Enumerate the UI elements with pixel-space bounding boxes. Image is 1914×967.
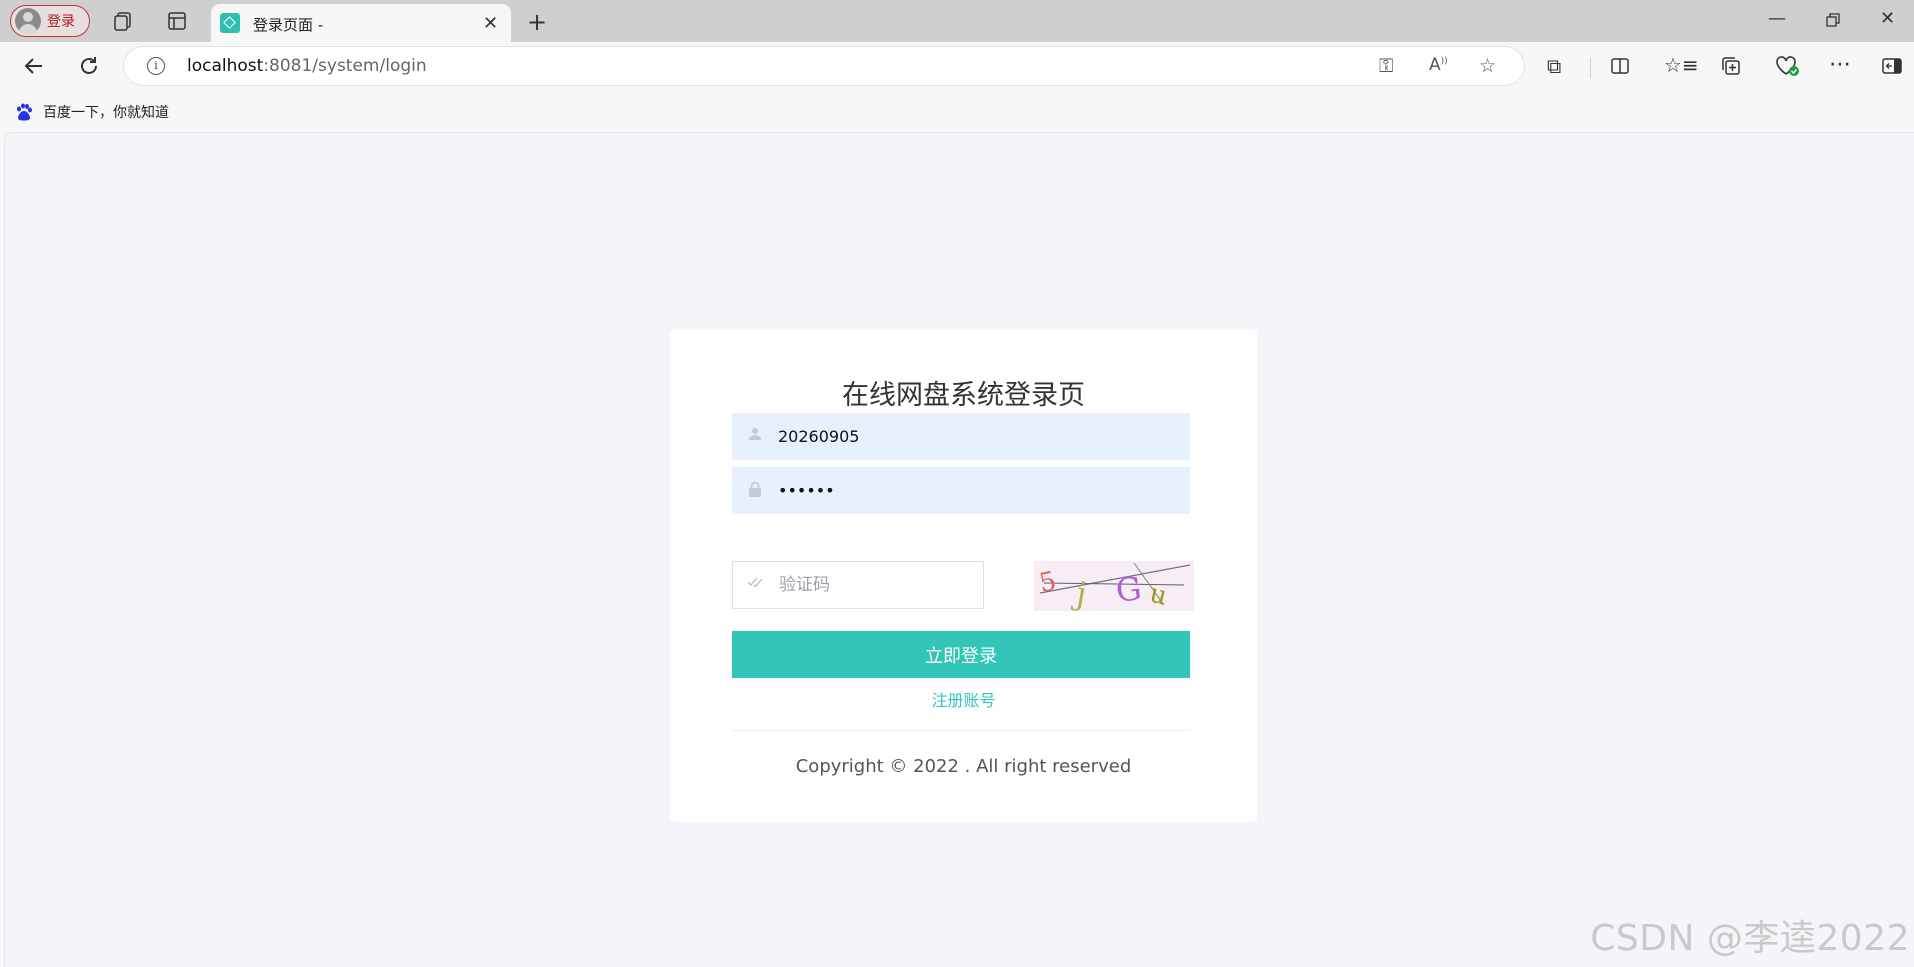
captcha-char: G <box>1114 569 1143 609</box>
username-field[interactable] <box>732 413 1190 460</box>
page-viewport: 在线网盘系统登录页 5 j <box>4 132 1914 967</box>
sidebar-toggle-icon[interactable] <box>1881 55 1903 77</box>
captcha-graphic: 5 j G u <box>1037 562 1191 613</box>
minimize-icon[interactable]: — <box>1768 8 1786 29</box>
restore-icon[interactable] <box>1825 12 1841 28</box>
copyright-text: Copyright © 2022 . All right reserved <box>795 756 1132 777</box>
performance-icon[interactable] <box>1774 54 1800 78</box>
key-icon[interactable]: ⚿ <box>1379 55 1393 77</box>
login-card: 在线网盘系统登录页 5 j <box>670 329 1257 822</box>
captcha-char: u <box>1147 579 1171 611</box>
tab-actions-icon[interactable] <box>166 10 188 32</box>
user-icon <box>748 427 762 445</box>
site-info-icon[interactable]: i <box>147 57 165 75</box>
page-title: 在线网盘系统登录页 <box>842 380 1085 411</box>
register-link[interactable]: 注册账号 <box>670 687 1257 711</box>
divider <box>732 730 1190 731</box>
password-field[interactable] <box>732 467 1190 514</box>
bookmarks-bar: 百度一下，你就知道 <box>0 92 1914 132</box>
toolbar-divider <box>1590 58 1591 78</box>
read-aloud-icon[interactable]: A)) <box>1429 55 1448 75</box>
captcha-image[interactable]: 5 j G u <box>1034 561 1194 613</box>
lock-icon <box>748 481 762 501</box>
url-text[interactable]: localhost:8081/system/login <box>187 56 427 76</box>
new-tab-icon[interactable]: + <box>527 8 547 36</box>
bookmark-baidu[interactable]: 百度一下，你就知道 <box>43 102 169 122</box>
favorite-star-icon[interactable]: ☆ <box>1479 55 1496 77</box>
username-input[interactable] <box>778 413 1178 460</box>
profile-button[interactable]: 登录 <box>10 5 90 37</box>
url-host: localhost <box>187 56 264 76</box>
split-screen-icon[interactable] <box>1609 55 1631 77</box>
captcha-char: 5 <box>1037 566 1059 599</box>
back-icon[interactable] <box>22 54 46 78</box>
url-path: :8081/system/login <box>263 56 427 76</box>
favorites-icon[interactable]: ☆≡ <box>1664 53 1699 77</box>
watermark: CSDN @李逵2022 <box>1590 918 1910 959</box>
collections-icon[interactable] <box>1720 55 1742 77</box>
window-close-icon[interactable]: ✕ <box>1880 8 1895 29</box>
check-icon <box>747 574 763 592</box>
tab-bar: 登录 登录页面 - ✕ + — ✕ <box>0 0 1914 42</box>
login-button[interactable]: 立即登录 <box>732 631 1190 678</box>
captcha-char: j <box>1069 573 1089 611</box>
captcha-input[interactable] <box>779 562 969 608</box>
captcha-field[interactable] <box>732 561 984 609</box>
refresh-icon[interactable] <box>77 54 101 78</box>
address-bar[interactable]: i localhost:8081/system/login ⚿ A)) ☆ <box>124 47 1524 85</box>
workspaces-icon[interactable] <box>112 10 134 32</box>
more-menu-icon[interactable]: ⋯ <box>1829 52 1851 77</box>
tab-title: 登录页面 - <box>253 16 324 34</box>
site-favicon-icon <box>220 13 240 33</box>
avatar <box>15 8 41 34</box>
profile-label: 登录 <box>47 14 75 30</box>
baidu-paw-icon <box>17 103 32 121</box>
extensions-icon[interactable]: ⧉ <box>1547 54 1561 78</box>
close-tab-icon[interactable]: ✕ <box>483 13 498 34</box>
tab-login-page[interactable]: 登录页面 - ✕ <box>211 4 511 42</box>
password-input[interactable] <box>778 467 1178 514</box>
browser-toolbar: i localhost:8081/system/login ⚿ A)) ☆ ⧉ … <box>0 42 1914 92</box>
